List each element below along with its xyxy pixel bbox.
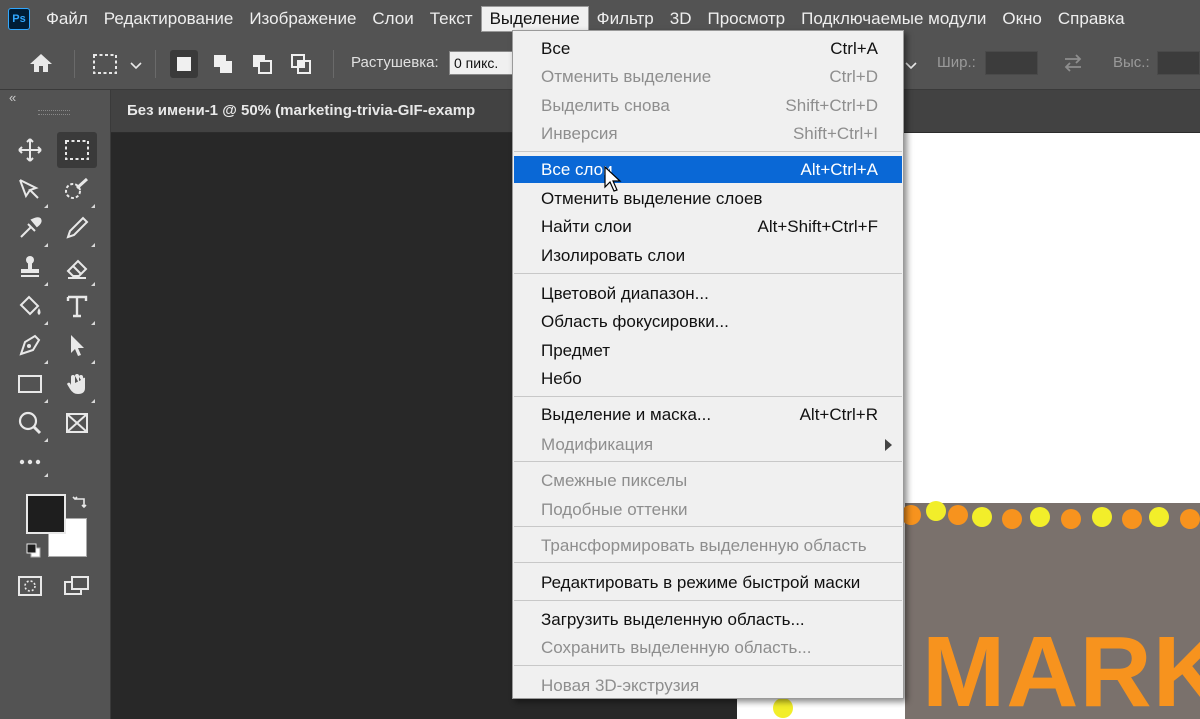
menu-window[interactable]: Окно bbox=[994, 5, 1050, 33]
decor-dot bbox=[1149, 507, 1169, 527]
width-input[interactable] bbox=[985, 51, 1038, 75]
swap-icon[interactable] bbox=[1062, 53, 1084, 78]
menu-item-all[interactable]: Все Ctrl+A bbox=[514, 35, 902, 62]
path-selection-tool-icon[interactable] bbox=[57, 327, 97, 363]
menu-type[interactable]: Текст bbox=[422, 5, 481, 33]
menu-item-reselect[interactable]: Выделить снова Shift+Ctrl+D bbox=[514, 92, 902, 119]
document-tab-title: Без имени-1 @ 50% (marketing-trivia-GIF-… bbox=[127, 102, 476, 119]
menu-item-all-layers[interactable]: Все слои Alt+Ctrl+A bbox=[514, 156, 902, 183]
menu-layer[interactable]: Слои bbox=[364, 5, 421, 33]
pencil-tool-icon[interactable] bbox=[57, 210, 97, 246]
menu-item-similar[interactable]: Подобные оттенки bbox=[514, 496, 902, 523]
rect-marquee-tool-icon[interactable] bbox=[57, 132, 97, 168]
collapse-panel-icon[interactable]: « bbox=[9, 90, 16, 105]
hand-tool-icon[interactable] bbox=[57, 366, 97, 402]
menu-item-isolate-layers[interactable]: Изолировать слои bbox=[514, 242, 902, 269]
eyedropper-tool-icon[interactable] bbox=[10, 210, 50, 246]
menu-image[interactable]: Изображение bbox=[241, 5, 364, 33]
decor-dot bbox=[1122, 509, 1142, 529]
intersect-selection-icon[interactable] bbox=[287, 50, 315, 78]
decor-dot bbox=[1002, 509, 1022, 529]
menu-item-modify[interactable]: Модификация bbox=[514, 431, 902, 458]
menu-item-sky[interactable]: Небо bbox=[514, 365, 902, 392]
rect-marquee-preset-icon[interactable] bbox=[92, 53, 118, 80]
width-label: Шир.: bbox=[937, 54, 976, 71]
height-input[interactable] bbox=[1157, 51, 1200, 75]
type-tool-icon[interactable] bbox=[57, 288, 97, 324]
move-tool-icon[interactable] bbox=[10, 132, 50, 168]
menu-edit[interactable]: Редактирование bbox=[96, 5, 242, 33]
decor-dot bbox=[1180, 509, 1200, 529]
panel-grip[interactable] bbox=[38, 110, 70, 115]
lasso-tool-icon[interactable] bbox=[10, 171, 50, 207]
menu-item-transform-selection[interactable]: Трансформировать выделенную область bbox=[514, 532, 902, 559]
menu-3d[interactable]: 3D bbox=[662, 5, 700, 33]
menu-help[interactable]: Справка bbox=[1050, 5, 1133, 33]
add-to-selection-icon[interactable] bbox=[209, 50, 237, 78]
swap-colors-icon[interactable] bbox=[72, 493, 90, 516]
menu-item-focus-area[interactable]: Область фокусировки... bbox=[514, 308, 902, 335]
decor-dot bbox=[1030, 507, 1050, 527]
rectangle-tool-icon[interactable] bbox=[10, 366, 50, 402]
quick-selection-tool-icon[interactable] bbox=[57, 171, 97, 207]
frame-tool-icon[interactable] bbox=[57, 405, 97, 441]
decor-dot bbox=[1061, 509, 1081, 529]
menu-view[interactable]: Просмотр bbox=[700, 5, 794, 33]
menu-plugins[interactable]: Подключаемые модули bbox=[793, 5, 994, 33]
menu-item-save-selection[interactable]: Сохранить выделенную область... bbox=[514, 634, 902, 661]
menu-item-load-selection[interactable]: Загрузить выделенную область... bbox=[514, 606, 902, 633]
subtract-from-selection-icon[interactable] bbox=[248, 50, 276, 78]
menu-item-inverse[interactable]: Инверсия Shift+Ctrl+I bbox=[514, 120, 902, 147]
decor-dot bbox=[1092, 507, 1112, 527]
menu-file[interactable]: Файл bbox=[38, 5, 96, 33]
new-selection-icon[interactable] bbox=[170, 50, 198, 78]
photoshop-logo[interactable]: Ps bbox=[8, 8, 30, 30]
home-icon[interactable] bbox=[28, 52, 54, 79]
menu-item-subject[interactable]: Предмет bbox=[514, 337, 902, 364]
decor-dot bbox=[948, 505, 968, 525]
paint-bucket-tool-icon[interactable] bbox=[10, 288, 50, 324]
feather-input[interactable]: 0 пикс. bbox=[449, 51, 513, 75]
menu-item-color-range[interactable]: Цветовой диапазон... bbox=[514, 280, 902, 307]
decor-dot bbox=[926, 501, 946, 521]
foreground-color-swatch[interactable] bbox=[26, 494, 66, 534]
chevron-down-icon[interactable] bbox=[130, 58, 142, 76]
decor-dot bbox=[773, 698, 793, 718]
decor-dot bbox=[901, 505, 921, 525]
zoom-tool-icon[interactable] bbox=[10, 405, 50, 441]
menu-item-find-layers[interactable]: Найти слои Alt+Shift+Ctrl+F bbox=[514, 213, 902, 240]
submenu-arrow-icon bbox=[885, 439, 892, 451]
screen-mode-icon[interactable] bbox=[57, 568, 97, 604]
feather-label: Растушевка: bbox=[351, 54, 439, 71]
menu-item-quick-mask[interactable]: Редактировать в режиме быстрой маски bbox=[514, 569, 902, 596]
default-colors-icon[interactable] bbox=[26, 543, 42, 564]
decor-dot bbox=[972, 507, 992, 527]
height-label: Выс.: bbox=[1113, 54, 1150, 71]
menu-item-grow[interactable]: Смежные пикселы bbox=[514, 467, 902, 494]
menu-item-select-and-mask[interactable]: Выделение и маска... Alt+Ctrl+R bbox=[514, 401, 902, 428]
canvas-headline-text: MARK bbox=[922, 622, 1200, 719]
menu-filter[interactable]: Фильтр bbox=[589, 5, 662, 33]
style-chevron-down-icon[interactable] bbox=[905, 58, 917, 76]
menu-item-new-3d-extrusion[interactable]: Новая 3D-экструзия bbox=[514, 672, 902, 699]
mouse-cursor-icon bbox=[604, 165, 622, 199]
quick-mask-icon[interactable] bbox=[10, 568, 50, 604]
select-menu-dropdown: Все Ctrl+A Отменить выделение Ctrl+D Выдел… bbox=[512, 30, 904, 699]
menu-item-deselect[interactable]: Отменить выделение Ctrl+D bbox=[514, 63, 902, 90]
menu-select[interactable]: Выделение bbox=[480, 6, 589, 32]
clone-stamp-tool-icon[interactable] bbox=[10, 249, 50, 285]
pen-tool-icon[interactable] bbox=[10, 327, 50, 363]
tools-panel: « bbox=[0, 90, 111, 719]
eraser-tool-icon[interactable] bbox=[57, 249, 97, 285]
menu-item-deselect-layers[interactable]: Отменить выделение слоев bbox=[514, 185, 902, 212]
